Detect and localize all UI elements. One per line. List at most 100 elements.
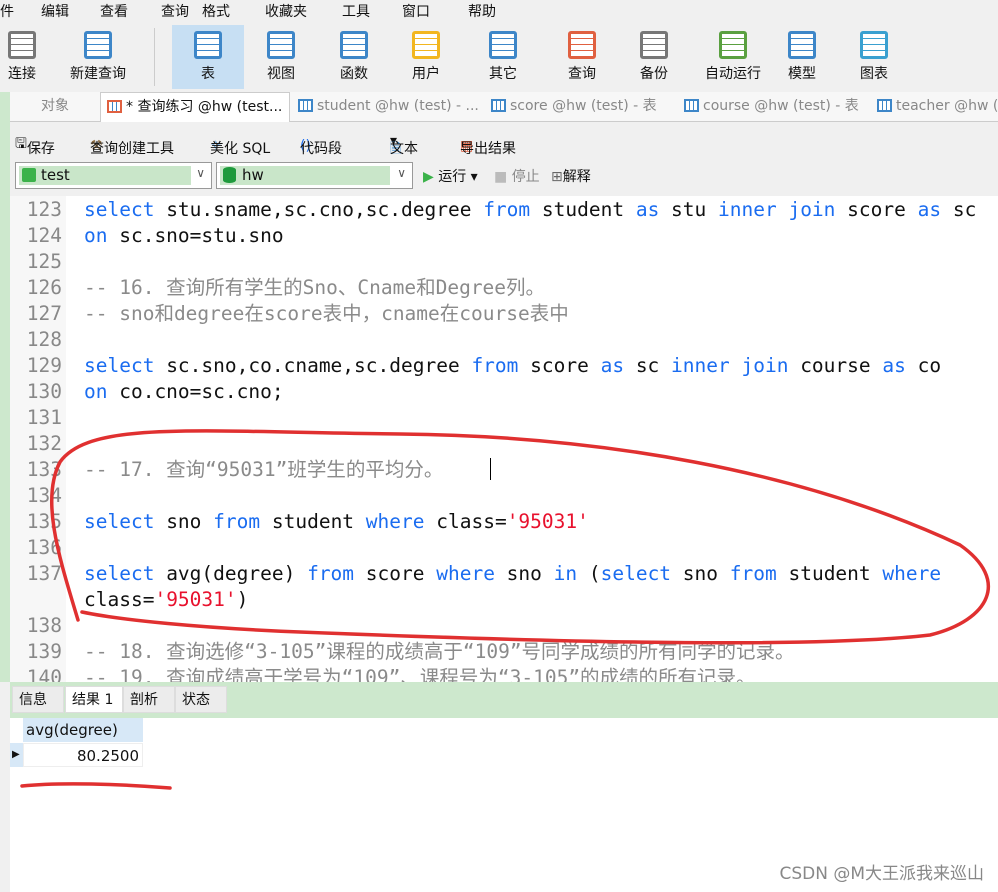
line-number: 134 — [26, 484, 62, 507]
code-text: select sno from student where class='950… — [84, 509, 589, 535]
column-header[interactable]: avg(degree) — [23, 718, 143, 742]
model-icon — [788, 31, 816, 59]
line-number: 133 — [26, 458, 62, 481]
sql-keyword: select — [84, 198, 155, 221]
tab-score[interactable]: score @hw (test) - 表 — [485, 92, 677, 122]
toolbar-label: 备份 — [640, 66, 668, 82]
table-icon — [194, 31, 222, 59]
toolbar-button-11[interactable]: 图表 — [838, 25, 910, 89]
explain-button[interactable]: ⊞解释 — [551, 166, 591, 186]
toolbar-label: 模型 — [788, 66, 816, 82]
stop-label: 停止 — [511, 169, 540, 185]
menu-favorites[interactable]: 收藏夹 — [265, 1, 307, 21]
menu-format[interactable]: 格式 — [202, 1, 230, 21]
toolbar-label: 连接 — [8, 66, 36, 82]
sql-keyword: on — [84, 380, 108, 403]
toolbar-button-6[interactable]: 其它 — [463, 25, 543, 89]
toolbar-button-3[interactable]: 视图 — [245, 25, 317, 89]
chart-icon — [860, 31, 888, 59]
line-number: 127 — [26, 302, 62, 325]
plug-icon — [8, 31, 36, 59]
code-text: on co.cno=sc.cno; — [84, 379, 284, 405]
sql-text: score — [835, 198, 918, 221]
toolbar-button-10[interactable]: 模型 — [766, 25, 838, 89]
database-icon — [223, 167, 236, 183]
toolbar-button-9[interactable]: 自动运行 — [693, 25, 773, 89]
explain-label: 解释 — [562, 169, 591, 185]
toolbar-button-7[interactable]: 查询 — [546, 25, 618, 89]
toolbar-separator — [154, 28, 155, 86]
run-label: 运行 — [438, 169, 467, 185]
stop-button[interactable]: ■ 停止 — [494, 166, 540, 186]
toolbar-button-0[interactable]: 连接 — [0, 25, 44, 89]
toolbar-button-2[interactable]: 表 — [172, 25, 244, 89]
sql-keyword: where — [882, 562, 942, 585]
function-icon — [340, 31, 368, 59]
tab-profile[interactable]: 剖析 — [123, 686, 175, 713]
toolbar-button-1[interactable]: 新建查询 — [62, 25, 134, 89]
menu-window[interactable]: 窗口 — [402, 1, 430, 21]
sql-comment: -- 16. 查询所有学生的Sno、Cname和Degree列。 — [84, 276, 546, 299]
tab-info[interactable]: 信息 — [12, 686, 64, 713]
sql-comment: -- 19. 查询成绩高于学号为“109”、课程号为“3-105”的成绩的所有记… — [84, 666, 756, 682]
toolbar-label: 其它 — [489, 66, 517, 82]
toolbar-label: 视图 — [267, 66, 295, 82]
sql-keyword: from — [471, 354, 519, 377]
tab-label: course @hw (test) - 表 — [703, 98, 859, 114]
line-number: 129 — [26, 354, 62, 377]
tab-teacher[interactable]: teacher @hw ( — [871, 92, 998, 122]
menu-tools[interactable]: 工具 — [342, 1, 370, 21]
toolbar-label: 图表 — [860, 66, 888, 82]
new-query-icon — [84, 31, 112, 59]
line-number: 128 — [26, 328, 62, 351]
result-cell[interactable]: 80.2500 — [23, 743, 143, 767]
sql-text: sno — [671, 562, 730, 585]
text-cursor — [490, 458, 491, 480]
tab-student[interactable]: student @hw (test) - ... — [292, 92, 484, 122]
navigator-sidebar[interactable] — [0, 92, 10, 682]
tab-course[interactable]: course @hw (test) - 表 — [678, 92, 870, 122]
tab-label: * 查询练习 @hw (test... — [126, 99, 283, 115]
sql-keyword: select — [84, 510, 155, 533]
sql-comment: -- 17. 查询“95031”班学生的平均分。 — [84, 458, 444, 481]
sql-keyword: select — [84, 354, 155, 377]
connection-select[interactable]: test ∨ — [15, 162, 212, 189]
sql-text: class= — [424, 510, 507, 533]
sql-text: sc — [941, 198, 977, 221]
toolbar-button-4[interactable]: 函数 — [318, 25, 390, 89]
watermark: CSDN @M大王派我来巡山 — [779, 864, 984, 884]
sql-editor[interactable]: 123 select stu.sname,sc.cno,sc.degree fro… — [10, 196, 998, 682]
sql-text: score — [518, 354, 601, 377]
run-button[interactable]: ▶ 运行 ▾ — [423, 166, 478, 186]
result-tab-bar: 信息 结果 1 剖析 状态 — [10, 682, 998, 718]
sql-keyword: from — [729, 562, 777, 585]
database-select[interactable]: hw ∨ — [216, 162, 413, 189]
code-text: -- 16. 查询所有学生的Sno、Cname和Degree列。 — [84, 275, 545, 301]
export-label: 导出结果 — [460, 141, 516, 157]
toolbar-button-5[interactable]: 用户 — [390, 25, 462, 89]
sql-text: co.cno=sc.cno; — [107, 380, 284, 403]
toolbar-button-8[interactable]: 备份 — [618, 25, 690, 89]
line-number: 132 — [26, 432, 62, 455]
code-text: select sc.sno,co.cname,sc.degree from sc… — [84, 353, 941, 379]
sql-text: stu.sname,sc.cno,sc.degree — [154, 198, 484, 221]
tab-objects[interactable]: 对象 — [10, 92, 100, 122]
line-number: 136 — [26, 536, 62, 559]
menu-file[interactable]: 件 — [0, 1, 14, 21]
save-button[interactable]: 🖫 保存 — [15, 133, 55, 157]
menu-help[interactable]: 帮助 — [468, 1, 496, 21]
line-number: 137 — [26, 562, 62, 585]
tab-status[interactable]: 状态 — [175, 686, 227, 713]
snippet-label: 代码段 — [300, 141, 342, 157]
tab-result-1[interactable]: 结果 1 — [65, 686, 123, 713]
sql-keyword: select — [600, 562, 672, 585]
tab-bar: 对象 * 查询练习 @hw (test... student @hw (test… — [10, 92, 998, 122]
menu-query[interactable]: 查询 — [161, 1, 189, 21]
menu-edit[interactable]: 编辑 — [41, 1, 69, 21]
line-number: 135 — [26, 510, 62, 533]
tab-query-practice[interactable]: * 查询练习 @hw (test... — [100, 92, 290, 122]
sql-keyword: inner join — [671, 354, 789, 377]
text-mode-button[interactable]: 🗎 文本 ▾ — [390, 133, 418, 157]
menu-view[interactable]: 查看 — [100, 1, 128, 21]
code-text: select stu.sname,sc.cno,sc.degree from s… — [84, 197, 976, 223]
